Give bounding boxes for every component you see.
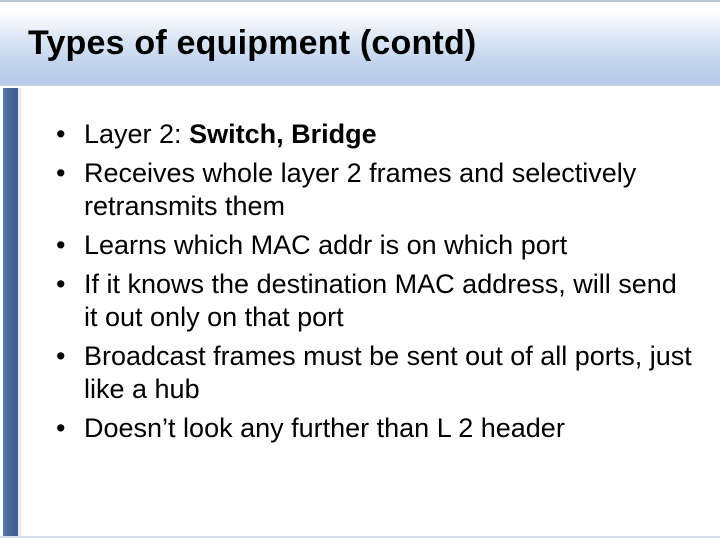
slide-title: Types of equipment (contd) — [28, 24, 476, 63]
bullet-item: Broadcast frames must be sent out of all… — [48, 340, 692, 406]
bullet-item: Receives whole layer 2 frames and select… — [48, 157, 692, 223]
bullet-text: Broadcast frames must be sent out of all… — [84, 341, 692, 404]
bullet-item: Layer 2: Switch, Bridge — [48, 118, 692, 151]
bullet-text: If it knows the destination MAC address,… — [84, 269, 677, 332]
bullet-text-bold: Switch, Bridge — [189, 119, 377, 149]
vertical-accent-bar — [3, 88, 19, 536]
bullet-item: Learns which MAC addr is on which port — [48, 229, 692, 262]
bullet-text-pre: Layer 2: — [84, 119, 189, 149]
slide-body: Layer 2: Switch, Bridge Receives whole l… — [48, 118, 692, 450]
bullet-item: Doesn’t look any further than L 2 header — [48, 412, 692, 445]
bullet-list: Layer 2: Switch, Bridge Receives whole l… — [48, 118, 692, 444]
bullet-text: Receives whole layer 2 frames and select… — [84, 158, 636, 221]
bullet-item: If it knows the destination MAC address,… — [48, 268, 692, 334]
bullet-text: Doesn’t look any further than L 2 header — [84, 413, 565, 443]
bullet-text: Learns which MAC addr is on which port — [84, 230, 567, 260]
title-band: Types of equipment (contd) — [0, 0, 720, 86]
bottom-divider — [0, 536, 720, 538]
